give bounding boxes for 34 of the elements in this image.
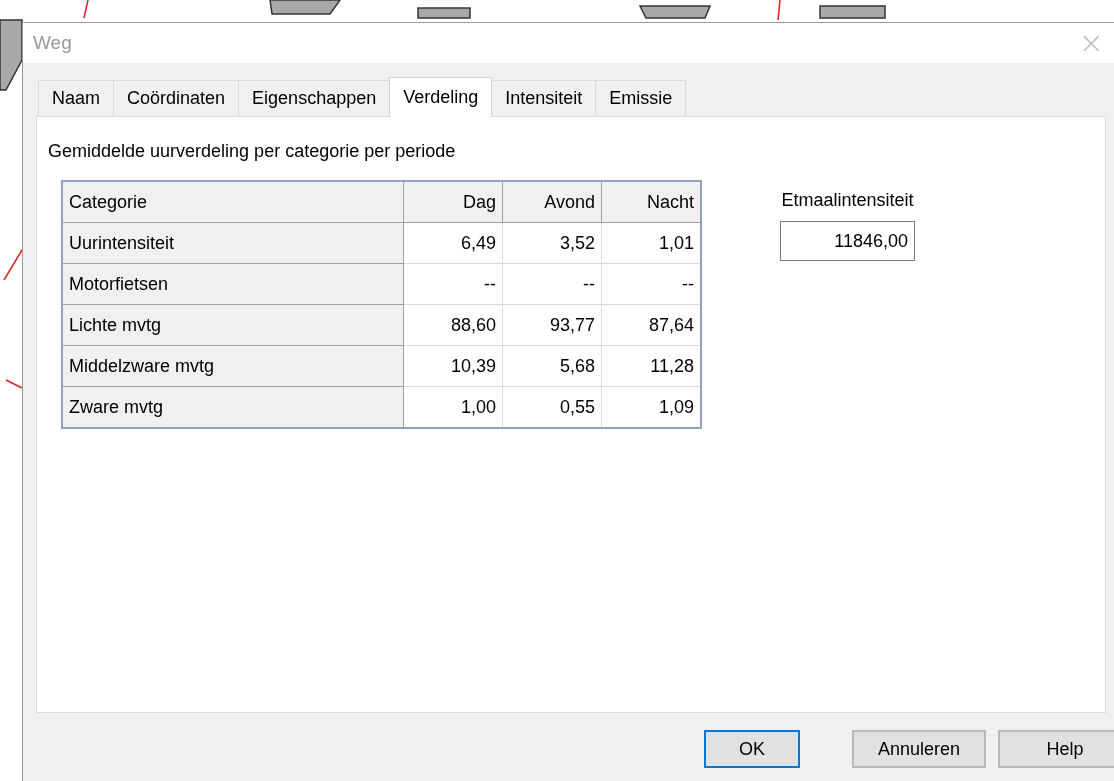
table-cell: 11,28	[601, 345, 701, 387]
table-cell: 5,68	[502, 345, 602, 387]
column-header: Avond	[502, 181, 602, 223]
table-cell: 6,49	[403, 222, 503, 264]
tab[interactable]: Naam	[38, 80, 114, 116]
table-cell: 10,39	[403, 345, 503, 387]
window-title: Weg	[33, 32, 72, 54]
row-header: Lichte mvtg	[62, 304, 404, 346]
table-cell: 0,55	[502, 386, 602, 428]
column-header: Categorie	[62, 181, 404, 223]
dialog-button[interactable]: OK	[704, 730, 800, 768]
table-cell: 87,64	[601, 304, 701, 346]
row-header: Middelzware mvtg	[62, 345, 404, 387]
table-cell: --	[403, 263, 503, 305]
column-header: Nacht	[601, 181, 701, 223]
dialog-button[interactable]: Annuleren	[852, 730, 986, 768]
section-heading: Gemiddelde uurverdeling per categorie per periode	[48, 141, 457, 162]
row-header: Uurintensiteit	[62, 222, 404, 264]
row-header: Zware mvtg	[62, 386, 404, 428]
tab[interactable]: Verdeling	[389, 77, 493, 117]
column-header: Dag	[403, 181, 503, 223]
table-cell: 1,00	[403, 386, 503, 428]
input-field[interactable]: 11846,00	[780, 221, 915, 261]
table-cell: --	[502, 263, 602, 305]
tab[interactable]: Emissie	[595, 80, 687, 116]
table-cell: 1,09	[601, 386, 701, 428]
table-cell: 3,52	[502, 222, 602, 264]
field-label: Etmaalintensiteit	[781, 190, 914, 211]
table-cell: 93,77	[502, 304, 602, 346]
table-cell: 1,01	[601, 222, 701, 264]
table-cell: 88,60	[403, 304, 503, 346]
row-header: Motorfietsen	[62, 263, 404, 305]
dialog-button[interactable]: Help	[998, 730, 1114, 768]
table-cell: --	[601, 263, 701, 305]
